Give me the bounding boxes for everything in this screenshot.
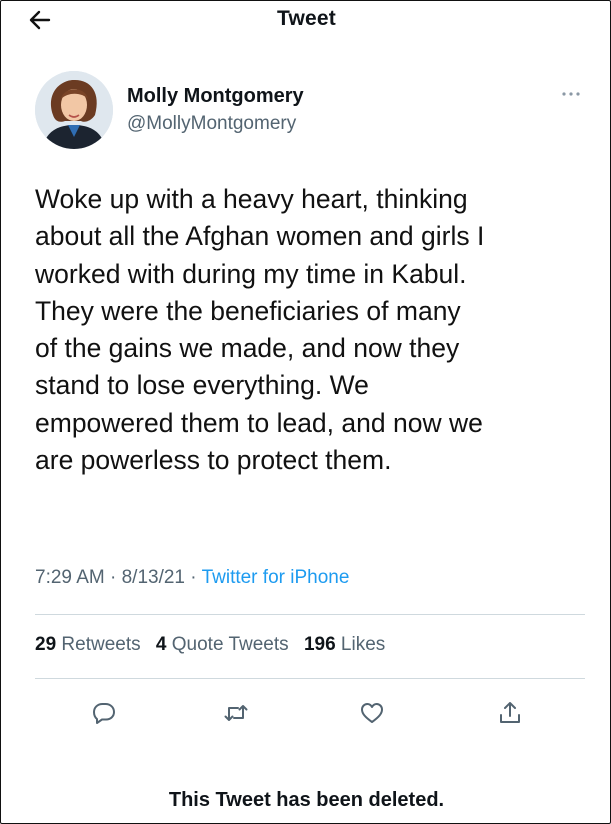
avatar[interactable] [35, 71, 113, 149]
like-button[interactable] [359, 700, 385, 726]
tweet-source[interactable]: Twitter for iPhone [202, 567, 350, 588]
divider [35, 614, 585, 615]
reply-icon [93, 703, 115, 724]
deleted-notice: This Tweet has been deleted. [168, 789, 445, 811]
tweet-date[interactable]: 8/13/21 [122, 567, 185, 588]
page-title: Tweet [277, 7, 336, 30]
profile-photo-icon [35, 71, 113, 149]
retweets-count: 29 [35, 634, 57, 655]
tweet-meta: 7:29 AM · 8/13/21 · Twitter for iPhone [35, 567, 349, 589]
divider [35, 678, 585, 679]
meta-separator: · [110, 567, 117, 588]
likes-label: Likes [340, 634, 386, 655]
retweets-label: Retweets [61, 634, 141, 655]
tweet-time: 7:29 AM [35, 567, 105, 588]
tweet-text: Woke up with a heavy heart, thinking abo… [35, 184, 485, 476]
reply-button[interactable] [91, 700, 117, 726]
retweet-icon [224, 705, 248, 721]
quote-tweets-count: 4 [155, 634, 167, 655]
top-bar: Tweet [1, 1, 610, 43]
meta-separator: · [190, 567, 197, 588]
more-dots-icon [562, 92, 580, 96]
author-handle[interactable]: @MollyMontgomery [127, 113, 296, 135]
share-button[interactable] [497, 700, 523, 726]
author-name[interactable]: Molly Montgomery [127, 85, 304, 108]
retweet-button[interactable] [223, 700, 249, 726]
likes-count: 196 [303, 634, 336, 655]
tweet-page: Tweet Molly Montgomery @MollyMontgomery … [0, 0, 611, 824]
quote-tweets-stat[interactable]: 4 Quote Tweets [156, 634, 289, 655]
more-options-button[interactable] [559, 87, 583, 101]
quote-tweets-label: Quote Tweets [171, 634, 289, 655]
engagement-stats: 29 Retweets 4 Quote Tweets 196 Likes [35, 634, 395, 656]
retweets-stat[interactable]: 29 Retweets [35, 634, 141, 655]
share-icon [500, 702, 520, 723]
like-icon [361, 703, 383, 723]
likes-stat[interactable]: 196 Likes [304, 634, 385, 655]
